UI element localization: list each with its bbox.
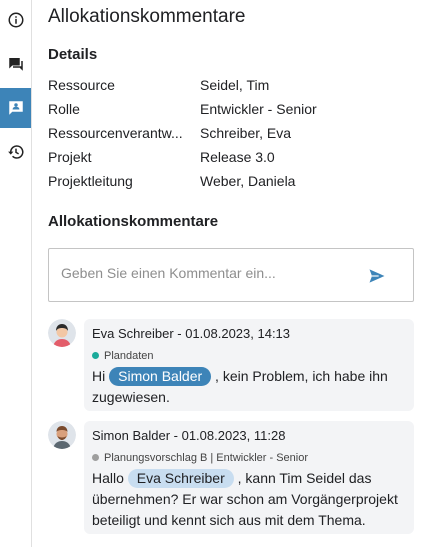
- detail-value: Schreiber, Eva: [200, 125, 292, 141]
- comment-card: Simon Balder - 01.08.2023, 11:28 Planung…: [84, 421, 414, 534]
- source-dot: [92, 352, 99, 359]
- page-title: Allokationskommentare: [48, 6, 246, 27]
- detail-value: Seidel, Tim: [200, 77, 270, 93]
- chat-tab[interactable]: [0, 44, 31, 84]
- detail-value: Release 3.0: [200, 149, 275, 165]
- source-label: Plandaten: [104, 349, 154, 362]
- detail-label: Ressourcenverantw...: [48, 125, 183, 141]
- detail-label: Projekt: [48, 149, 92, 165]
- comment-author: Simon Balder - 01.08.2023, 11:28: [92, 428, 286, 443]
- text-part: Hallo: [92, 470, 128, 486]
- info-icon: [8, 12, 23, 28]
- history-tab[interactable]: [0, 132, 31, 172]
- comment-text: Hi Simon Balder , kein Problem, ich habe…: [92, 366, 406, 408]
- comment-input[interactable]: [61, 265, 361, 281]
- mention-chip[interactable]: Simon Balder: [109, 367, 212, 386]
- comment-text: Hallo Eva Schreiber , kann Tim Seidel da…: [92, 468, 406, 531]
- send-icon[interactable]: [367, 266, 387, 286]
- avatar: [48, 319, 76, 347]
- mention-chip[interactable]: Eva Schreiber: [127, 469, 234, 488]
- comment-card: Eva Schreiber - 01.08.2023, 14:13 Planda…: [84, 319, 414, 411]
- detail-label: Projektleitung: [48, 173, 133, 189]
- detail-label: Rolle: [48, 101, 80, 117]
- allocation-comments-tab[interactable]: [0, 88, 31, 128]
- comment-source: Plandaten: [92, 347, 406, 364]
- info-tab[interactable]: [0, 0, 31, 40]
- detail-value: Weber, Daniela: [200, 173, 296, 189]
- comment-person-icon: [8, 101, 23, 115]
- comment-source: Planungsvorschlag B | Entwickler - Senio…: [92, 449, 406, 466]
- side-rail: [0, 0, 32, 547]
- chat-icon: [8, 58, 23, 71]
- history-icon: [7, 145, 23, 159]
- source-dot: [92, 454, 99, 461]
- comments-heading: Allokationskommentare: [48, 213, 219, 230]
- avatar: [48, 421, 76, 449]
- comment-author: Eva Schreiber - 01.08.2023, 14:13: [92, 326, 291, 341]
- comment-composer: [48, 248, 414, 302]
- detail-label: Ressource: [48, 77, 115, 93]
- text-part: Hi: [92, 368, 110, 384]
- source-label: Planungsvorschlag B | Entwickler - Senio…: [104, 451, 309, 464]
- details-heading: Details: [48, 46, 98, 63]
- detail-value: Entwickler - Senior: [200, 101, 317, 117]
